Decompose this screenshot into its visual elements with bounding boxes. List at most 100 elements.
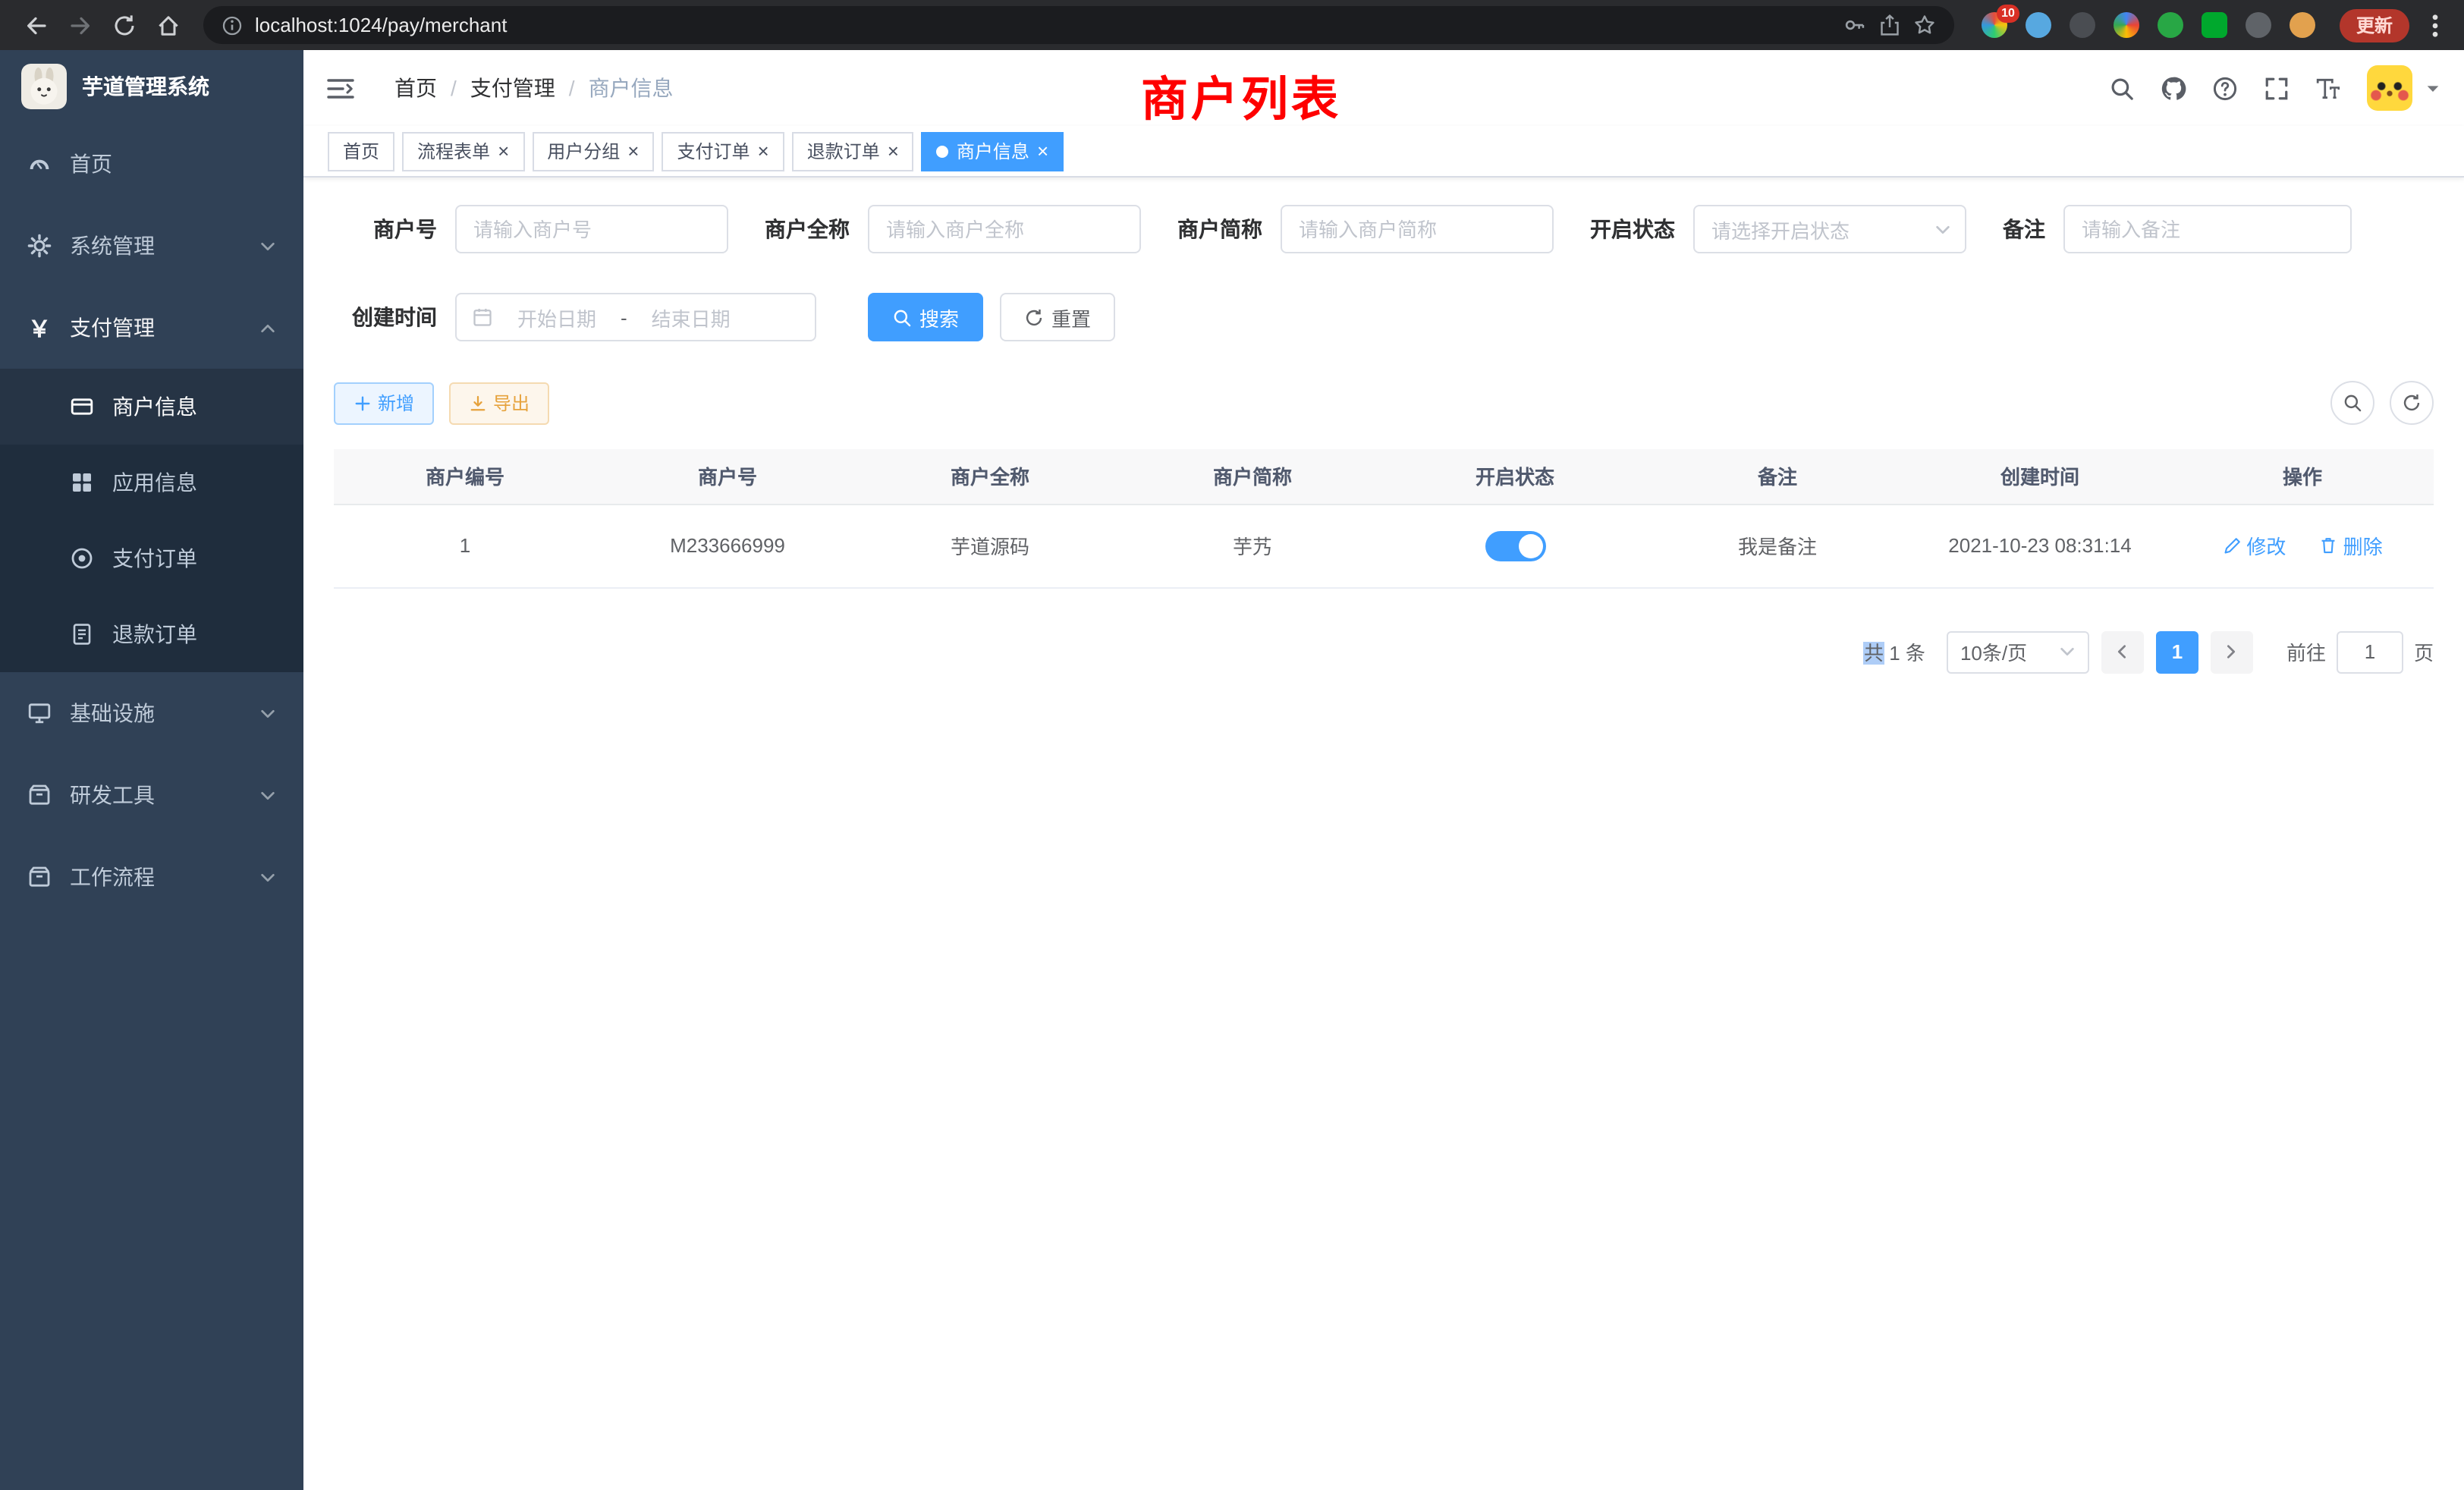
extension-icon[interactable] bbox=[2246, 12, 2271, 38]
close-icon[interactable]: × bbox=[758, 141, 769, 161]
edit-button[interactable]: 修改 bbox=[2222, 531, 2286, 560]
github-icon[interactable] bbox=[2161, 75, 2186, 101]
browser-forward-button[interactable] bbox=[59, 5, 100, 46]
full-name-input[interactable] bbox=[868, 205, 1141, 253]
browser-update-button[interactable]: 更新 bbox=[2340, 8, 2409, 42]
extension-icon[interactable] bbox=[2114, 12, 2139, 38]
sidebar-item-system[interactable]: 系统管理 bbox=[0, 205, 303, 287]
tab-process-form[interactable]: 流程表单 × bbox=[402, 131, 524, 171]
prev-page-button[interactable] bbox=[2101, 630, 2144, 673]
password-key-icon[interactable] bbox=[1843, 14, 1866, 36]
next-page-button[interactable] bbox=[2211, 630, 2253, 673]
cell-merchant-id: 1 bbox=[334, 504, 596, 587]
search-button-label: 搜索 bbox=[919, 303, 959, 332]
pagination: 共 1 条 10条/页 1 前往 页 bbox=[334, 630, 2434, 673]
status-select-placeholder: 请选择开启状态 bbox=[1711, 215, 1850, 244]
column-header: 商户简称 bbox=[1121, 449, 1384, 504]
url-bar[interactable]: localhost:1024/pay/merchant bbox=[203, 6, 1954, 44]
app-logo[interactable]: 芋道管理系统 bbox=[0, 50, 303, 123]
fullscreen-icon[interactable] bbox=[2264, 75, 2290, 101]
font-size-icon[interactable] bbox=[2315, 75, 2341, 101]
sidebar-item-app-info[interactable]: 应用信息 bbox=[0, 445, 303, 520]
tab-refund-order[interactable]: 退款订单 × bbox=[792, 131, 914, 171]
sidebar-item-infrastructure[interactable]: 基础设施 bbox=[0, 672, 303, 754]
close-icon[interactable]: × bbox=[888, 141, 899, 161]
active-dot-icon bbox=[937, 145, 949, 157]
caret-down-icon[interactable] bbox=[2425, 80, 2441, 96]
status-select[interactable]: 请选择开启状态 bbox=[1693, 205, 1966, 253]
remark-input[interactable] bbox=[2063, 205, 2352, 253]
sidebar-item-dev-tools[interactable]: 研发工具 bbox=[0, 754, 303, 836]
sidebar-item-label: 系统管理 bbox=[70, 231, 241, 261]
extension-icon[interactable] bbox=[2202, 12, 2227, 38]
tab-pay-order[interactable]: 支付订单 × bbox=[662, 131, 784, 171]
extension-icon[interactable] bbox=[2070, 12, 2095, 38]
toggle-search-button[interactable] bbox=[2330, 381, 2374, 425]
browser-home-button[interactable] bbox=[147, 5, 188, 46]
column-header: 备注 bbox=[1646, 449, 1909, 504]
cell-actions: 修改 删除 bbox=[2171, 504, 2434, 587]
export-button[interactable]: 导出 bbox=[449, 382, 549, 424]
short-name-input[interactable] bbox=[1281, 205, 1554, 253]
delete-button[interactable]: 删除 bbox=[2319, 531, 2383, 560]
close-icon[interactable]: × bbox=[498, 141, 509, 161]
cell-create-time: 2021-10-23 08:31:14 bbox=[1909, 504, 2171, 587]
sidebar-item-merchant-info[interactable]: 商户信息 bbox=[0, 369, 303, 445]
card-icon bbox=[70, 395, 94, 419]
bookmark-star-icon[interactable] bbox=[1913, 14, 1936, 36]
chevron-down-icon bbox=[1934, 221, 1951, 237]
profile-avatar-icon[interactable] bbox=[2290, 12, 2315, 38]
calendar-icon bbox=[472, 306, 493, 328]
hamburger-icon[interactable] bbox=[326, 75, 355, 101]
sidebar-item-workflow[interactable]: 工作流程 bbox=[0, 836, 303, 918]
filter-label: 创建时间 bbox=[334, 302, 455, 332]
add-button-label: 新增 bbox=[378, 390, 414, 416]
tab-label: 用户分组 bbox=[547, 138, 620, 164]
share-icon[interactable] bbox=[1878, 14, 1901, 36]
close-icon[interactable]: × bbox=[627, 141, 639, 161]
merchant-no-input[interactable] bbox=[455, 205, 728, 253]
page-size-select[interactable]: 10条/页 bbox=[1947, 630, 2089, 673]
sidebar-item-label: 研发工具 bbox=[70, 780, 241, 810]
sidebar-item-home[interactable]: 首页 bbox=[0, 123, 303, 205]
sidebar-item-label: 商户信息 bbox=[112, 391, 276, 422]
page-size-value: 10条/页 bbox=[1960, 637, 2027, 666]
grid-icon bbox=[70, 470, 94, 495]
sidebar-item-payment[interactable]: ￥ 支付管理 bbox=[0, 287, 303, 369]
breadcrumb-item[interactable]: 支付管理 bbox=[470, 73, 555, 103]
extension-icon[interactable] bbox=[2026, 12, 2051, 38]
search-icon[interactable] bbox=[2109, 75, 2135, 101]
reset-button[interactable]: 重置 bbox=[1000, 293, 1115, 341]
browser-menu-icon[interactable] bbox=[2422, 11, 2449, 39]
browser-reload-button[interactable] bbox=[103, 5, 144, 46]
browser-back-button[interactable] bbox=[15, 5, 56, 46]
goto-page-input[interactable] bbox=[2337, 630, 2403, 673]
page-number-button[interactable]: 1 bbox=[2156, 630, 2198, 673]
refresh-table-button[interactable] bbox=[2390, 381, 2434, 425]
site-info-icon[interactable] bbox=[222, 14, 243, 36]
date-end-placeholder: 结束日期 bbox=[636, 303, 746, 332]
sidebar-item-label: 工作流程 bbox=[70, 862, 241, 892]
chevron-down-icon bbox=[2059, 643, 2076, 660]
help-icon[interactable] bbox=[2212, 75, 2238, 101]
tab-merchant-info[interactable]: 商户信息 × bbox=[922, 131, 1064, 171]
tab-home[interactable]: 首页 bbox=[328, 131, 394, 171]
extension-icon[interactable]: 10 bbox=[1982, 12, 2007, 38]
sidebar-item-label: 首页 bbox=[70, 149, 276, 179]
sidebar-item-label: 基础设施 bbox=[70, 698, 241, 728]
extension-icon[interactable] bbox=[2158, 12, 2183, 38]
sidebar: 芋道管理系统 首页 系统管理 ￥ 支付管理 bbox=[0, 50, 303, 1490]
filter-row-1: 商户号 商户全称 商户简称 开启状态 请选择开启状态 bbox=[334, 205, 2434, 253]
tab-label: 首页 bbox=[343, 138, 379, 164]
status-toggle[interactable] bbox=[1485, 530, 1545, 561]
sidebar-item-refund-order[interactable]: 退款订单 bbox=[0, 596, 303, 672]
tab-user-group[interactable]: 用户分组 × bbox=[532, 131, 654, 171]
add-button[interactable]: 新增 bbox=[334, 382, 434, 424]
close-icon[interactable]: × bbox=[1037, 141, 1048, 161]
create-time-range-picker[interactable]: 开始日期 - 结束日期 bbox=[455, 293, 816, 341]
user-avatar[interactable] bbox=[2367, 65, 2412, 111]
sidebar-item-pay-order[interactable]: 支付订单 bbox=[0, 520, 303, 596]
search-button[interactable]: 搜索 bbox=[868, 293, 983, 341]
breadcrumb-item[interactable]: 首页 bbox=[394, 73, 437, 103]
chevron-down-icon bbox=[259, 869, 276, 885]
